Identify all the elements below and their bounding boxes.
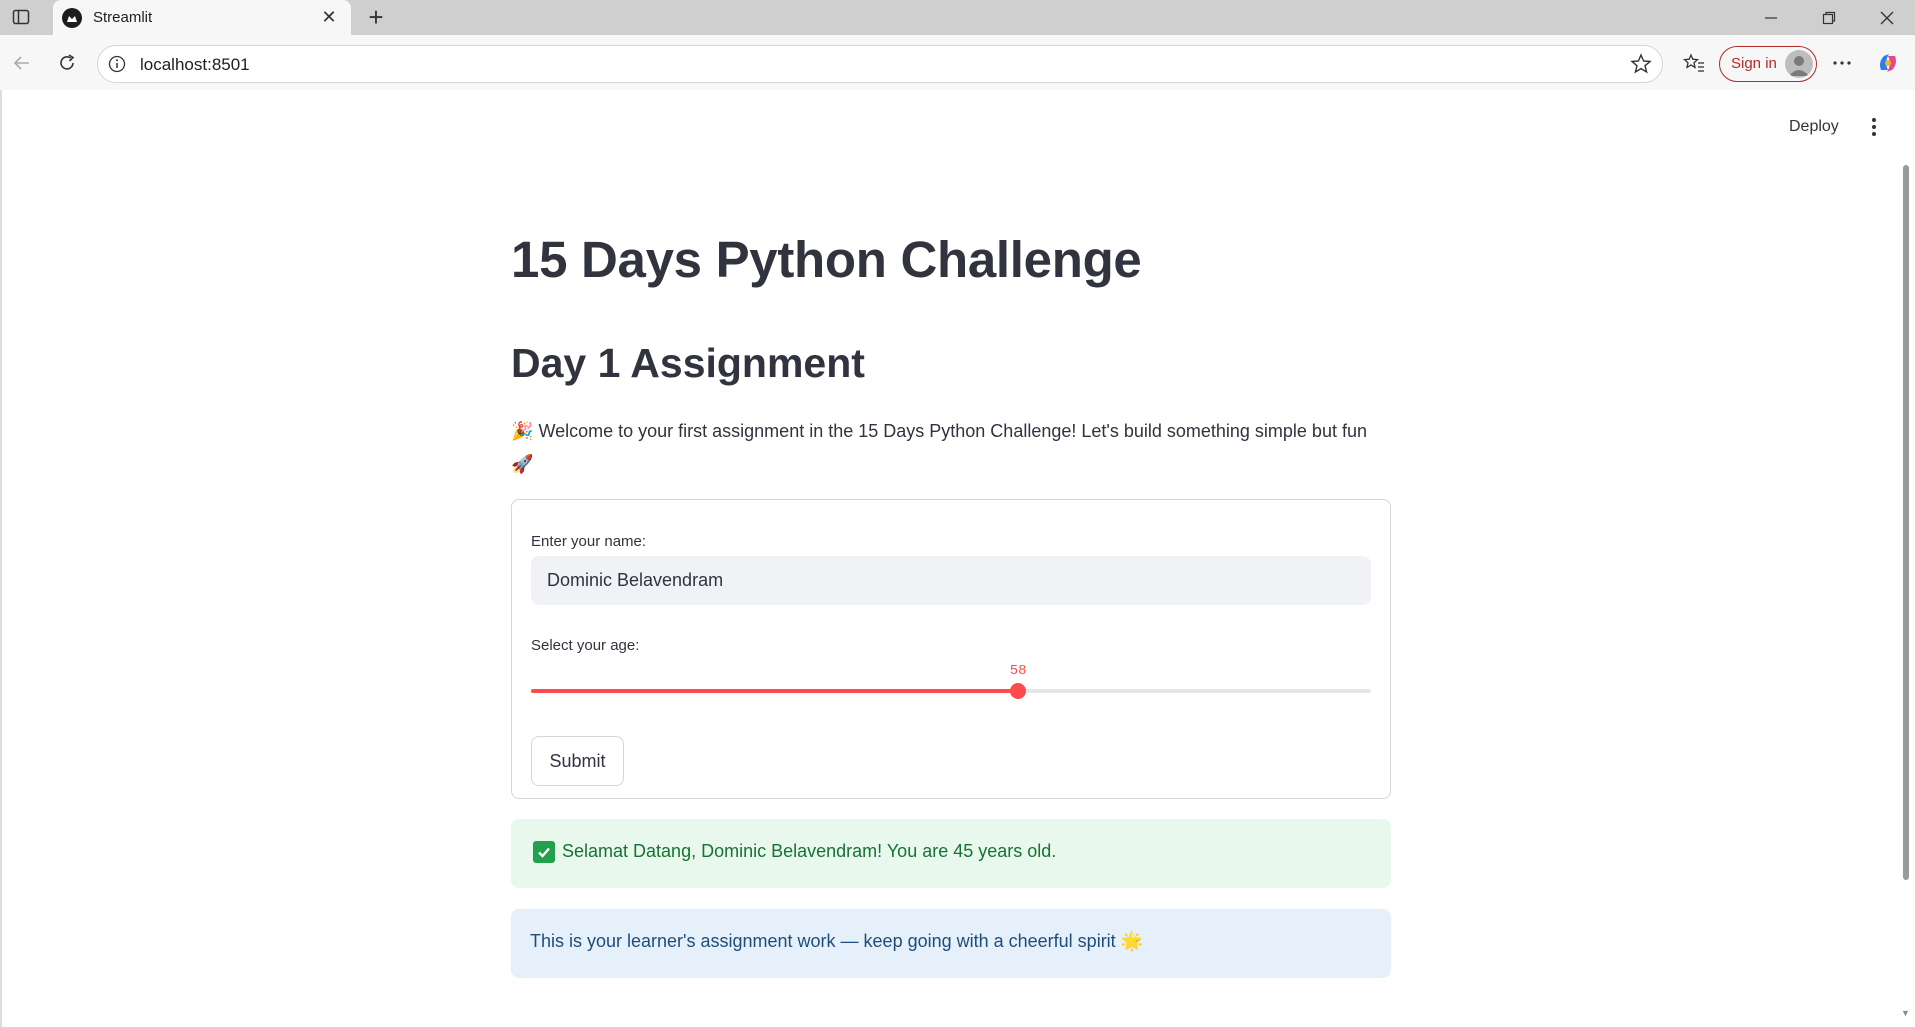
deploy-button[interactable]: Deploy <box>1789 118 1839 136</box>
new-tab-button[interactable]: + <box>362 3 390 31</box>
favorites-icon[interactable] <box>1680 49 1708 77</box>
page-title: 15 Days Python Challenge <box>511 231 1142 288</box>
sign-in-label: Sign in <box>1731 55 1777 72</box>
success-alert: Selamat Datang, Dominic Belavendram! You… <box>511 819 1391 888</box>
assignment-form: Enter your name: Select your age: 58 Sub… <box>511 499 1391 799</box>
address-bar[interactable]: localhost:8501 <box>97 45 1663 83</box>
scroll-down-arrow-icon[interactable]: ▼ <box>1901 1008 1910 1018</box>
party-popper-icon: 🎉 <box>511 421 534 442</box>
age-label: Select your age: <box>531 637 640 654</box>
copilot-icon[interactable] <box>1874 49 1902 77</box>
tab-title: Streamlit <box>93 9 153 26</box>
profile-avatar-icon <box>1785 50 1813 78</box>
glowing-star-icon: 🌟 <box>1120 931 1144 952</box>
submit-button[interactable]: Submit <box>531 736 624 786</box>
main-menu-icon[interactable] <box>1864 116 1884 138</box>
name-input[interactable] <box>531 556 1371 605</box>
name-label: Enter your name: <box>531 533 647 550</box>
favorite-star-icon[interactable] <box>1630 53 1652 75</box>
info-message: This is your learner's assignment work —… <box>530 931 1116 951</box>
check-mark-icon <box>533 841 555 863</box>
browser-toolbar: localhost:8501 Sign in <box>0 35 1915 90</box>
info-alert: This is your learner's assignment work —… <box>511 909 1391 978</box>
streamlit-page: Deploy ▼ 15 Days Python Challenge Day 1 … <box>2 90 1915 1027</box>
intro-message: Welcome to your first assignment in the … <box>538 421 1367 441</box>
sign-in-button[interactable]: Sign in <box>1719 46 1817 82</box>
page-scrollbar[interactable] <box>1903 165 1909 880</box>
tab-actions-icon[interactable] <box>10 6 32 28</box>
close-window-icon[interactable] <box>1864 0 1910 35</box>
info-message-wrap: This is your learner's assignment work —… <box>530 931 1143 952</box>
page-subtitle: Day 1 Assignment <box>511 340 865 386</box>
age-slider-value: 58 <box>1009 663 1027 679</box>
close-tab-icon[interactable]: ✕ <box>319 7 339 27</box>
age-slider-fill <box>531 689 1019 693</box>
browser-tab[interactable]: Streamlit ✕ <box>53 0 351 35</box>
rocket-icon: 🚀 <box>511 454 534 475</box>
reload-icon[interactable] <box>53 49 81 77</box>
streamlit-favicon-icon <box>62 8 82 28</box>
age-slider-thumb[interactable] <box>1010 683 1027 699</box>
minimize-icon[interactable] <box>1748 0 1794 35</box>
browser-window: Streamlit ✕ + localhost:8501 Sign in Dep… <box>0 0 1915 1027</box>
url-text[interactable]: localhost:8501 <box>140 55 250 75</box>
site-info-icon[interactable] <box>108 55 126 73</box>
restore-icon[interactable] <box>1806 0 1852 35</box>
intro-text: 🎉 Welcome to your first assignment in th… <box>511 415 1391 481</box>
tab-strip: Streamlit ✕ + <box>0 0 1915 35</box>
age-slider-track[interactable] <box>531 683 1371 699</box>
more-options-icon[interactable] <box>1828 49 1856 77</box>
back-arrow-icon[interactable] <box>8 49 36 77</box>
success-message: Selamat Datang, Dominic Belavendram! You… <box>562 841 1057 861</box>
